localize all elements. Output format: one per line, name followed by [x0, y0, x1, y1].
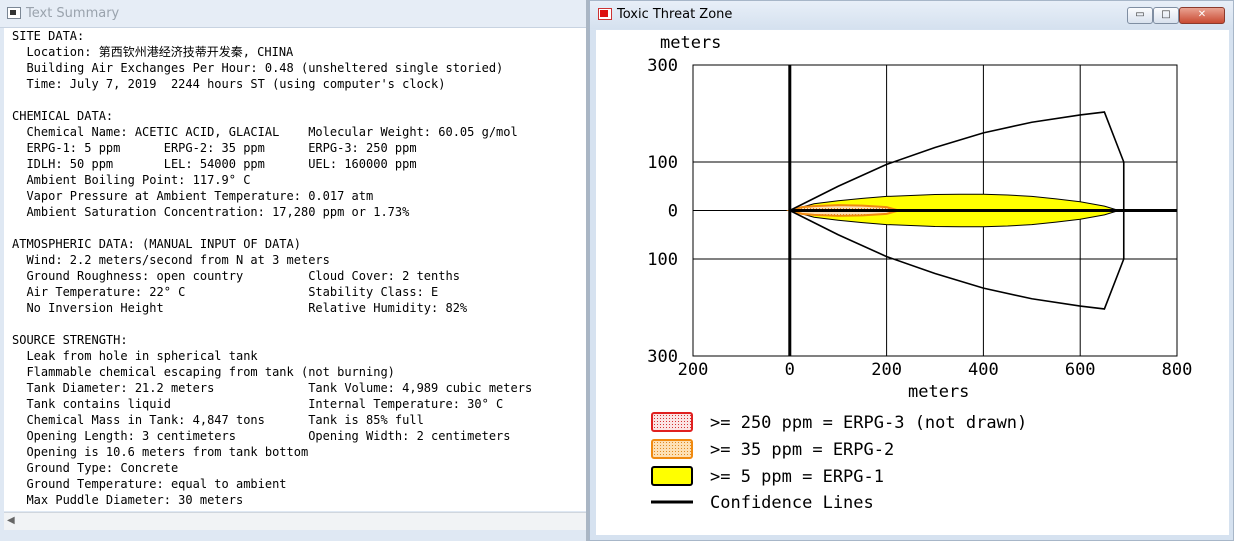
y-axis-label: meters — [660, 33, 721, 53]
summary-line: Max Puddle Diameter: 30 meters — [12, 493, 244, 507]
threat-zone-chart: metersmeters3001000100300200 0 200 400 600 80… — [647, 33, 1193, 513]
summary-line — [12, 92, 586, 108]
summary-line: ATMOSPHERIC DATA: (MANUAL INPUT OF DATA) — [12, 237, 301, 251]
x-tick-label: 0 — [785, 360, 795, 380]
summary-line: Building Air Exchanges Per Hour: 0.48 (u… — [12, 61, 504, 75]
text-summary-titlebar[interactable]: Text Summary — [0, 0, 587, 28]
x-axis-label: meters — [908, 382, 969, 402]
scroll-left-arrow-icon[interactable]: ◀ — [7, 515, 15, 526]
summary-line: Ground Type: Concrete — [12, 461, 179, 475]
text-window-icon — [7, 7, 21, 19]
toxic-threat-zone-window: Toxic Threat Zone ▭ □ ✕ meters meters 300 1… — [589, 0, 1234, 541]
close-button[interactable]: ✕ — [1179, 7, 1225, 24]
x-tick-label: 600 — [1065, 360, 1096, 380]
x-tick-label: 200 — [871, 360, 902, 380]
legend-label: Confidence Lines — [710, 493, 874, 513]
summary-line: Ground Roughness: open country Cloud Cov… — [12, 269, 460, 283]
summary-line: Air Temperature: 22° C Stability Class: … — [12, 285, 439, 299]
summary-line: Chemical Name: ACETIC ACID, GLACIAL Mole… — [12, 125, 518, 139]
summary-line: IDLH: 50 ppm LEL: 54000 ppm UEL: 160000 … — [12, 157, 417, 171]
threat-window-icon — [598, 8, 612, 20]
minimize-button[interactable]: ▭ — [1127, 7, 1153, 24]
summary-line: Opening is 10.6 meters from tank bottom — [12, 445, 309, 459]
legend-swatch — [651, 466, 693, 486]
legend-swatch — [651, 439, 693, 459]
summary-line: Opening Length: 3 centimeters Opening Wi… — [12, 429, 511, 443]
summary-line: Ambient Saturation Concentration: 17,280… — [12, 205, 410, 219]
window-title: Text Summary — [26, 6, 120, 21]
summary-line: Flammable chemical escaping from tank (n… — [12, 365, 395, 379]
horizontal-scrollbar[interactable]: ◀ — [4, 512, 586, 530]
summary-line: Chemical Mass in Tank: 4,847 tons Tank i… — [12, 413, 424, 427]
text-summary-window: Text Summary SITE DATA: Location: 第西钦州港经… — [0, 0, 587, 541]
y-tick-label: 300 — [647, 56, 678, 76]
window-title: Toxic Threat Zone — [617, 7, 733, 22]
summary-line: Tank Diameter: 21.2 meters Tank Volume: … — [12, 381, 533, 395]
summary-line: SITE DATA: — [12, 29, 85, 43]
summary-line — [12, 316, 586, 332]
summary-line: Ground Temperature: equal to ambient — [12, 477, 287, 491]
summary-line: CHEMICAL DATA: — [12, 109, 114, 123]
x-tick-label: 800 — [1162, 360, 1193, 380]
legend-label: >= 250 ppm = ERPG-3 (not drawn) — [710, 413, 1027, 433]
summary-line: Time: July 7, 2019 2244 hours ST (using … — [12, 77, 446, 91]
summary-line: Location: 第西钦州港经济技蒂开发秦, CHINA — [12, 45, 294, 59]
summary-line: Leak from hole in spherical tank — [12, 349, 258, 363]
x-tick-label: 200 — [678, 360, 709, 380]
legend-label: >= 5 ppm = ERPG-1 — [710, 467, 884, 487]
threat-zone-plot-area: meters meters 300 100 0 100 300 200 0 200 400 600 80… — [596, 30, 1229, 535]
summary-line: Vapor Pressure at Ambient Temperature: 0… — [12, 189, 374, 203]
summary-line: Wind: 2.2 meters/second from N at 3 mete… — [12, 253, 330, 267]
y-tick-label: 300 — [647, 347, 678, 367]
legend-label: >= 35 ppm = ERPG-2 — [710, 440, 894, 460]
summary-text: SITE DATA: Location: 第西钦州港经济技蒂开发秦, CHINA… — [4, 28, 586, 508]
maximize-button[interactable]: □ — [1153, 7, 1179, 24]
legend-swatch — [651, 412, 693, 432]
y-tick-label: 100 — [647, 153, 678, 173]
y-tick-label: 0 — [668, 202, 678, 222]
threat-zone-titlebar[interactable]: Toxic Threat Zone ▭ □ ✕ — [590, 1, 1233, 29]
y-tick-label: 100 — [647, 250, 678, 270]
summary-line: SOURCE STRENGTH: — [12, 333, 128, 347]
summary-text-pane[interactable]: SITE DATA: Location: 第西钦州港经济技蒂开发秦, CHINA… — [4, 28, 586, 511]
summary-line: No Inversion Height Relative Humidity: 8… — [12, 301, 468, 315]
summary-line: Tank contains liquid Internal Temperatur… — [12, 397, 504, 411]
summary-line — [12, 220, 586, 236]
summary-line: Ambient Boiling Point: 117.9° C — [12, 173, 251, 187]
summary-line: ERPG-1: 5 ppm ERPG-2: 35 ppm ERPG-3: 250… — [12, 141, 417, 155]
x-tick-label: 400 — [968, 360, 999, 380]
